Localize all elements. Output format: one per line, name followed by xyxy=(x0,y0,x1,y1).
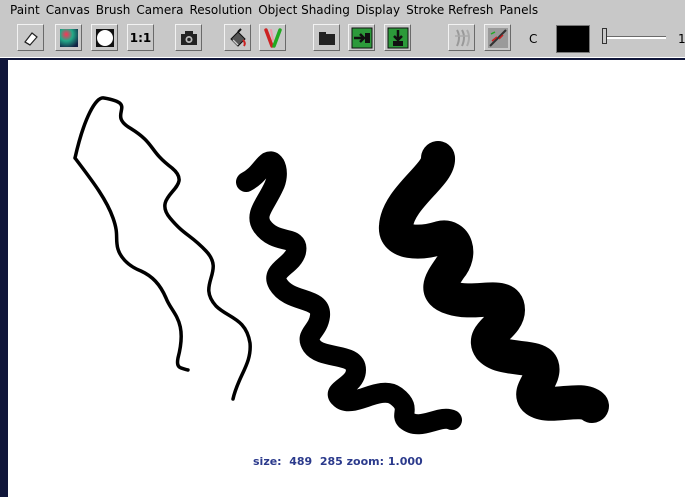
slider-track xyxy=(602,36,666,39)
toolbar: 1:1 C 1 xyxy=(0,19,685,57)
color-sphere-button[interactable] xyxy=(55,24,82,51)
import-button[interactable] xyxy=(348,24,375,51)
camera-icon xyxy=(180,30,197,45)
brush-style-button[interactable] xyxy=(259,24,286,51)
menu-camera[interactable]: Camera xyxy=(133,3,186,17)
stroke-layer xyxy=(73,96,609,435)
menu-stroke-refresh[interactable]: Stroke Refresh xyxy=(403,3,496,17)
menu-paint[interactable]: Paint xyxy=(0,3,43,17)
snapshot-button[interactable] xyxy=(175,24,202,51)
eraser-button[interactable] xyxy=(17,24,44,51)
menu-brush[interactable]: Brush xyxy=(93,3,134,17)
menu-resolution[interactable]: Resolution xyxy=(186,3,255,17)
brush-v-icon xyxy=(263,27,282,48)
folder-icon xyxy=(318,31,335,45)
paint-bucket-icon xyxy=(229,27,246,47)
circle-icon xyxy=(95,28,114,47)
paint-canvas[interactable]: size: 489 285 zoom: 1.000 xyxy=(0,58,685,497)
slider-value: 1 xyxy=(678,32,685,46)
menu-panels[interactable]: Panels xyxy=(496,3,541,17)
import-arrow-icon xyxy=(351,27,372,48)
menu-canvas[interactable]: Canvas xyxy=(43,3,93,17)
thin-stroke xyxy=(73,96,252,401)
menu-display[interactable]: Display xyxy=(353,3,403,17)
wiggle-button[interactable] xyxy=(448,24,475,51)
wiggle-icon xyxy=(454,29,470,46)
eraser-icon xyxy=(23,31,38,46)
export-button[interactable] xyxy=(384,24,411,51)
canvas-status: size: 489 285 zoom: 1.000 xyxy=(253,455,423,468)
brush-tool-button[interactable] xyxy=(224,24,251,51)
ratio-icon: 1:1 xyxy=(129,30,152,45)
color-swatch[interactable] xyxy=(556,25,590,53)
color-label: C xyxy=(529,32,538,46)
brush-size-slider[interactable] xyxy=(598,27,670,51)
slider-thumb[interactable] xyxy=(602,28,607,44)
diagonal-button[interactable] xyxy=(484,24,511,51)
color-sphere-icon xyxy=(59,28,78,47)
one-to-one-button[interactable]: 1:1 xyxy=(127,24,154,51)
menu-bar: Paint Canvas Brush Camera Resolution Object S… xyxy=(0,0,685,19)
white-circle-button[interactable] xyxy=(91,24,118,51)
export-arrow-icon xyxy=(387,27,408,48)
menu-object-shading[interactable]: Object Shading xyxy=(255,3,353,17)
diagonal-icon xyxy=(487,27,508,48)
open-folder-button[interactable] xyxy=(313,24,340,51)
thick-stroke xyxy=(379,141,609,423)
